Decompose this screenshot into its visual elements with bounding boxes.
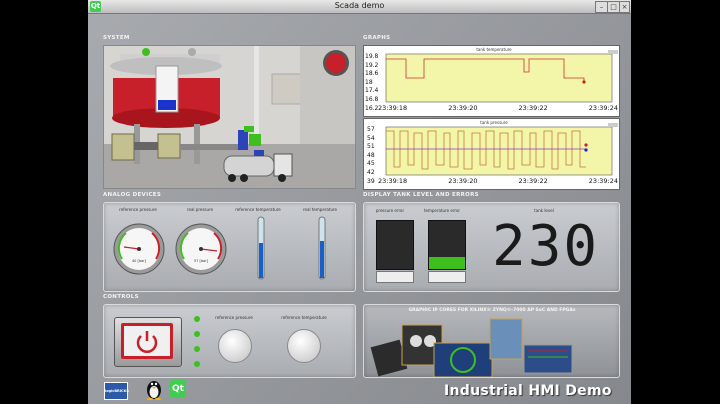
logicbricks-logo: logicBRICKS	[104, 382, 129, 400]
temperature-x-axis: 23:39:18 23:39:20 23:39:22 23:39:24	[378, 104, 618, 112]
window-title: Scada demo	[334, 1, 385, 10]
x-tick: 23:39:24	[588, 177, 618, 185]
temperature-error-label: temperature error	[423, 208, 461, 213]
y-tick: 39	[367, 177, 375, 185]
pressure-y-axis: 57 54 51 48 45 42 39	[367, 126, 375, 186]
y-tick: 19.8	[365, 53, 379, 60]
x-tick: 23:39:20	[448, 177, 478, 185]
power-button[interactable]	[114, 317, 182, 367]
tank-level-value: 230	[492, 214, 600, 279]
temperature-y-axis: 19.8 19.2 18.6 18 17.4 16.8 16.2	[365, 53, 378, 113]
pressure-graph: tank pressure 57 54 51 48 45 42 39 23:39…	[363, 118, 620, 190]
power-icon	[136, 331, 158, 353]
pressure-x-axis: 23:39:18 23:39:20 23:39:22 23:39:24	[378, 177, 618, 185]
analog-section-label: ANALOG DEVICES	[103, 192, 162, 198]
analog-instruments	[113, 216, 326, 280]
demo-title: Industrial HMI Demo	[444, 383, 612, 399]
gauge2-unit: 57 [bar]	[193, 259, 209, 263]
y-tick: 16.8	[365, 95, 379, 103]
system-scene	[103, 45, 356, 189]
scada-window: Qt Scada demo – □ × SYSTEM GRAPHS tank t…	[88, 0, 631, 404]
qt-logo: Qt	[170, 380, 186, 398]
y-tick: 48	[367, 151, 375, 159]
tank-level-label: tank level	[534, 208, 554, 213]
pressure-gauge-real	[175, 223, 227, 275]
y-tick: 19.2	[365, 61, 379, 69]
qt-logo-text: Qt	[172, 384, 184, 394]
promo-panel: GRAPHIC IP CORES FOR XILINX® ZYNQ®-7000 …	[363, 304, 620, 378]
device-screens-illustration	[370, 318, 573, 377]
y-tick: 54	[367, 134, 375, 142]
temperature-graph: tank temperature 19.8 19.2 18.6 18 17.4 …	[363, 45, 620, 117]
x-tick: 23:39:18	[378, 177, 408, 185]
x-tick: 23:39:24	[588, 104, 618, 112]
reference-pressure-knob[interactable]	[218, 329, 252, 363]
tank-level-indicator	[158, 100, 176, 110]
system-section-label: SYSTEM	[103, 35, 130, 41]
graphs-section-label: GRAPHS	[363, 35, 391, 41]
x-tick: 23:39:22	[518, 177, 548, 185]
pressure-error-bar	[376, 271, 414, 283]
plant-illustration	[104, 46, 355, 188]
temperature-error-level	[429, 257, 465, 269]
x-tick: 23:39:20	[448, 104, 478, 112]
status-leds	[194, 316, 200, 367]
y-tick: 57	[367, 126, 375, 133]
y-tick: 17.4	[365, 87, 379, 95]
x-tick: 23:39:18	[378, 104, 408, 112]
logicbricks-logo-text: logicBRICKS	[105, 389, 129, 393]
x-tick: 23:39:22	[518, 104, 548, 112]
dashboard: SYSTEM GRAPHS tank temperature 19.8 19.2…	[88, 14, 631, 404]
y-tick: 51	[367, 143, 375, 151]
knob1-label: reference pressure	[215, 315, 253, 320]
knob2-label: reference temperature	[281, 315, 327, 320]
pressure-gauge-reference	[113, 223, 165, 275]
y-tick: 42	[367, 168, 375, 176]
tank-level-panel: pressure error temperature error tank le…	[363, 202, 620, 292]
y-tick: 45	[367, 160, 375, 168]
promo-caption: GRAPHIC IP CORES FOR XILINX® ZYNQ®-7000 …	[408, 308, 576, 313]
temperature-error-bar	[428, 271, 466, 283]
controls-panel: reference pressure reference temperature	[103, 304, 356, 378]
close-icon[interactable]: ×	[619, 1, 630, 13]
tux-icon	[147, 381, 161, 400]
alarm-light	[326, 53, 346, 73]
y-tick: 18.6	[365, 70, 379, 78]
pressure-error-indicator	[376, 220, 414, 270]
thermometer-reference	[257, 216, 265, 280]
display-section-label: DISPLAY TANK LEVEL AND ERRORS	[363, 192, 479, 198]
y-tick: 18	[365, 78, 373, 86]
thermometer-real	[318, 216, 326, 280]
controls-section-label: CONTROLS	[103, 294, 139, 300]
reference-temperature-knob[interactable]	[287, 329, 321, 363]
temperature-error-indicator	[428, 220, 466, 270]
gauge1-unit: 40 [bar]	[131, 259, 147, 263]
pressure-error-label: pressure error	[375, 208, 405, 213]
analog-devices-panel: reference pressure real pressure referen…	[103, 202, 356, 292]
title-bar: Qt Scada demo – □ ×	[88, 0, 631, 14]
y-tick: 16.2	[365, 104, 379, 112]
